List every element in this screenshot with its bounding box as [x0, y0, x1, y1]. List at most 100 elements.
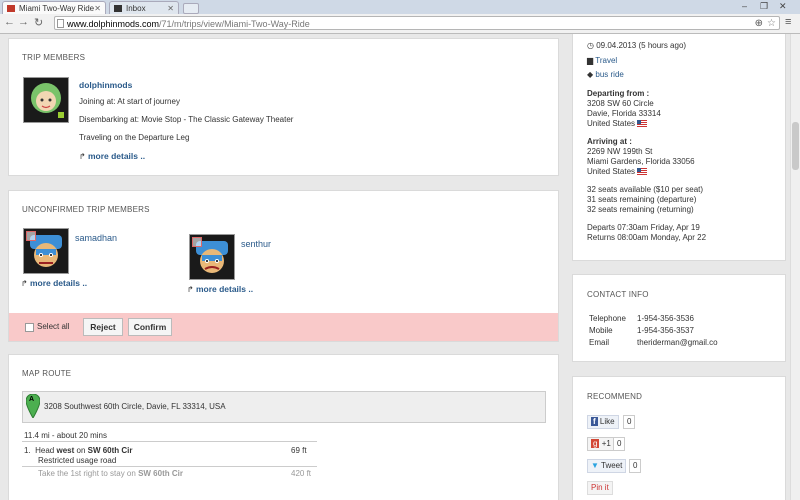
route-summary: 11.4 mi - about 20 mins: [24, 431, 108, 440]
girl-avatar-icon: [24, 78, 68, 122]
share-arrow-icon: ↱: [79, 152, 86, 161]
bulk-action-bar: Select all Reject Confirm: [9, 313, 558, 341]
us-flag-icon: [637, 120, 648, 128]
bookmark-star-icon[interactable]: ☆: [767, 17, 776, 31]
pinterest-button[interactable]: Pin it: [587, 481, 613, 495]
seats-line: 32 seats remaining (returning): [587, 205, 694, 214]
senthur-avatar[interactable]: [189, 234, 235, 280]
tab-miami-two-way-ride[interactable]: Miami Two-Way Ride ✕: [2, 1, 106, 14]
route-start-box: A 3208 Southwest 60th Circle, Davie, FL …: [22, 391, 546, 423]
unconfirmed-members-card: UNCONFIRMED TRIP MEMBERS samadhan ↱ more…: [8, 190, 559, 342]
seats-line: 32 seats available ($10 per seat): [587, 185, 704, 194]
share-arrow-icon: ↱: [187, 285, 194, 294]
arriving-line: 2269 NW 199th St: [587, 147, 653, 156]
site-favicon-icon: [7, 5, 15, 12]
contact-label: Telephone: [589, 314, 626, 323]
url-path: /71/m/trips/view/Miami-Two-Way-Ride: [159, 19, 310, 29]
facebook-icon: f: [591, 417, 598, 426]
step-note: Restricted usage road: [38, 456, 117, 465]
trip-category[interactable]: ▆ Travel: [587, 56, 617, 65]
contact-info-card: CONTACT INFO Telephone 1-954-356-3536 Mo…: [572, 274, 786, 362]
member-avatar[interactable]: [23, 77, 69, 123]
tweet-count: 0: [629, 459, 642, 473]
departing-country: United States: [587, 119, 648, 128]
google-plus-icon: g: [591, 439, 600, 448]
seats-line: 31 seats remaining (departure): [587, 195, 697, 204]
samadhan-avatar[interactable]: [23, 228, 69, 274]
contact-label: Email: [589, 338, 610, 347]
select-all-checkbox[interactable]: [25, 323, 34, 332]
recommend-heading: RECOMMEND: [587, 392, 643, 401]
share-arrow-icon: ↱: [21, 279, 28, 288]
arriving-line: Miami Gardens, Florida 33056: [587, 157, 695, 166]
scrollbar-thumb[interactable]: [792, 122, 799, 170]
tab-inbox[interactable]: Inbox ✕: [109, 1, 179, 14]
member-joining: Joining at: At start of journey: [79, 97, 180, 106]
mail-favicon-icon: [114, 5, 122, 12]
contact-heading: CONTACT INFO: [587, 290, 649, 299]
close-window-button[interactable]: ✕: [779, 1, 787, 12]
arriving-country: United States: [587, 167, 648, 176]
settings-wrench-icon[interactable]: ≡: [785, 16, 791, 28]
trip-date: ◷ 09.04.2013 (5 hours ago): [587, 41, 687, 50]
zoom-icon[interactable]: ⊕: [755, 17, 763, 31]
contact-value: 1-954-356-3537: [637, 326, 694, 335]
samadhan-name[interactable]: samadhan: [75, 233, 117, 243]
clock-icon: ◷: [587, 41, 594, 50]
contact-label: Mobile: [589, 326, 613, 335]
page-icon: [57, 19, 64, 28]
trip-info-card: ◷ 09.04.2013 (5 hours ago) ▆ Travel ◆ bu…: [572, 34, 786, 261]
member-disembarking: Disembarking at: Movie Stop - The Classi…: [79, 115, 294, 124]
select-all-label: Select all: [37, 322, 70, 331]
recommend-card: RECOMMEND f Like 0 g +1 0 ▼ Tweet 0 Pin …: [572, 376, 786, 500]
maximize-button[interactable]: ❐: [760, 1, 768, 12]
departing-label: Departing from :: [587, 89, 650, 98]
plus-count: 0: [613, 437, 626, 451]
member-more-details-link[interactable]: ↱ more details ..: [79, 151, 145, 161]
vertical-scrollbar[interactable]: [790, 34, 800, 500]
like-count: 0: [623, 415, 636, 429]
browser-tab-bar: Miami Two-Way Ride ✕ Inbox ✕ – ❐ ✕: [0, 0, 800, 14]
us-flag-icon: [637, 168, 648, 176]
url-domain: www.dolphinmods.com: [67, 19, 160, 29]
reload-icon[interactable]: ↻: [34, 16, 43, 29]
samadhan-more-details-link[interactable]: ↱ more details ..: [21, 278, 87, 288]
member-leg: Traveling on the Departure Leg: [79, 133, 190, 142]
google-plus-button[interactable]: g +1: [587, 437, 615, 451]
step-row: Take the 1st right to stay on SW 60th Ci…: [38, 469, 183, 478]
browser-toolbar: ← → ↻ www.dolphinmods.com/71/m/trips/vie…: [0, 14, 800, 34]
map-route-heading: MAP ROUTE: [22, 369, 72, 378]
divider: [22, 466, 317, 467]
page-content: TRIP MEMBERS dolphinmods Joining at: At …: [0, 34, 790, 500]
departing-line: 3208 SW 60 Circle: [587, 99, 654, 108]
departs-time: Departs 07:30am Friday, Apr 19: [587, 223, 700, 232]
new-tab-button[interactable]: [183, 3, 199, 14]
trip-tag[interactable]: ◆ bus ride: [587, 70, 624, 79]
tweet-button[interactable]: ▼ Tweet: [587, 459, 627, 473]
returns-time: Returns 08:00am Monday, Apr 22: [587, 233, 707, 242]
step-distance: 420 ft: [291, 469, 312, 478]
tag-icon: ◆: [587, 70, 594, 79]
minimize-button[interactable]: –: [742, 1, 747, 11]
contact-value: 1-954-356-3536: [637, 314, 694, 323]
tab-title: Miami Two-Way Ride: [19, 4, 95, 13]
select-checkbox[interactable]: [26, 231, 36, 241]
forward-arrow-icon[interactable]: →: [18, 16, 29, 28]
marker-letter: A: [29, 396, 35, 403]
unconfirmed-heading: UNCONFIRMED TRIP MEMBERS: [22, 205, 150, 214]
folder-icon: ▆: [587, 56, 594, 65]
trip-members-card: TRIP MEMBERS dolphinmods Joining at: At …: [8, 38, 559, 176]
senthur-more-details-link[interactable]: ↱ more details ..: [187, 284, 253, 294]
facebook-like-button[interactable]: f Like: [587, 415, 619, 429]
back-arrow-icon[interactable]: ←: [4, 16, 15, 28]
address-bar[interactable]: www.dolphinmods.com/71/m/trips/view/Miam…: [54, 16, 780, 30]
reject-button[interactable]: Reject: [83, 318, 123, 336]
select-checkbox[interactable]: [192, 237, 202, 247]
member-name[interactable]: dolphinmods: [79, 80, 132, 90]
divider: [22, 441, 317, 442]
step-distance: 69 ft: [291, 446, 307, 455]
step-row: 1. Head west on SW 60th Cir: [24, 446, 133, 455]
confirm-button[interactable]: Confirm: [128, 318, 172, 336]
senthur-name[interactable]: senthur: [241, 239, 271, 249]
contact-value: theriderman@gmail.co: [637, 338, 718, 347]
